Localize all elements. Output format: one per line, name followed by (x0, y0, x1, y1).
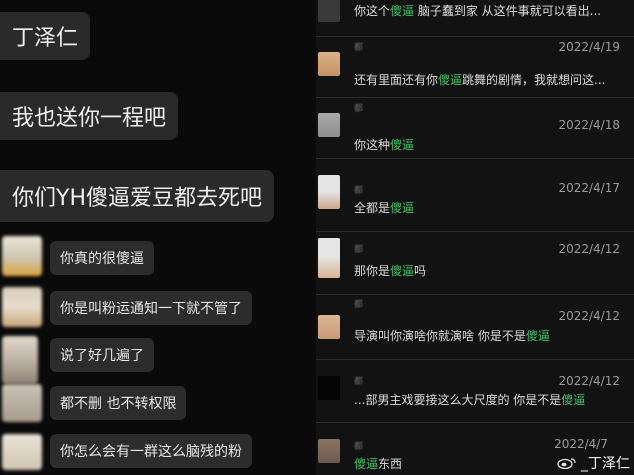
message-text: 你真的很傻逼 (60, 251, 144, 267)
message-bubble: 我也送你一程吧 (0, 92, 179, 140)
avatar (2, 336, 38, 384)
avatar (318, 376, 340, 400)
username: 都 (354, 104, 364, 114)
message-text: 都不删 也不转权限 (60, 396, 177, 412)
avatar (2, 287, 42, 327)
comment-text: ...部男主戏要接这么大尺度的 你是不是傻逼 (354, 393, 586, 407)
avatar (318, 52, 340, 76)
avatar (2, 434, 42, 470)
avatar (318, 439, 340, 463)
message-text: 你们YH傻逼爱豆都去死吧 (12, 186, 262, 211)
message-text: 你怎么会有一群这么脑残的粉 (60, 444, 242, 460)
username: 都 (354, 245, 364, 255)
comment-date: 2022/4/18 (558, 118, 620, 132)
comment-row: 都 2022/4/19 还有里面还有你傻逼跳舞的剧情，我就想问这... (316, 37, 634, 98)
comment-date: 2022/4/7 (554, 437, 608, 451)
message-bubble: 都不删 也不转权限 (50, 386, 187, 420)
message-text: 说了好几遍了 (60, 348, 144, 364)
comment-text: 那你是傻逼吗 (354, 264, 427, 278)
username: 都 (354, 300, 364, 310)
username: 都 (354, 377, 364, 387)
comment-date: 2022/4/12 (558, 309, 620, 323)
comment-text: 导演叫你演啥你就演啥 你是不是傻逼 (354, 329, 550, 343)
comment-row: 都 2022/4/17 全都是傻逼 (316, 159, 634, 232)
weibo-logo-icon (557, 458, 576, 469)
message-bubble: 说了好几遍了 (50, 338, 154, 372)
comment-date: 2022/4/12 (558, 242, 620, 256)
comment-text: 全都是傻逼 (354, 201, 415, 215)
message-bubble: 你是叫粉运通知一下就不管了 (50, 291, 252, 325)
avatar (2, 384, 42, 422)
comment-date: 2022/4/12 (558, 374, 620, 388)
comment-row: 都 2022/4/12 那你是傻逼吗 (316, 232, 634, 295)
avatar (318, 238, 340, 278)
avatar (318, 315, 340, 339)
comment-row: 都 2022/4/12 ...部男主戏要接这么大尺度的 你是不是傻逼 (316, 360, 634, 423)
comment-date: 2022/4/17 (558, 181, 620, 195)
watermark-text: _丁泽仁 (581, 456, 630, 472)
comment-text: 还有里面还有你傻逼跳舞的剧情，我就想问这... (354, 73, 606, 87)
comment-list: 你这个傻逼 脑子蠢到家 从这件事就可以看出... 都 2022/4/19 还有里… (316, 0, 634, 475)
message-bubble: 你真的很傻逼 (50, 241, 154, 275)
message-text: 我也送你一程吧 (12, 106, 167, 131)
comment-date: 2022/4/19 (558, 40, 620, 54)
avatar (2, 236, 42, 276)
comment-row: 你这个傻逼 脑子蠢到家 从这件事就可以看出... (316, 0, 634, 37)
watermark: _丁泽仁 (556, 453, 630, 473)
avatar (318, 113, 340, 137)
comment-text: 傻逼东西 (354, 457, 403, 471)
username: 都 (354, 442, 364, 452)
message-text: 你是叫粉运通知一下就不管了 (60, 301, 242, 317)
comment-text: 你这个傻逼 脑子蠢到家 从这件事就可以看出... (354, 4, 602, 18)
chat-panel: 丁泽仁 我也送你一程吧 你们YH傻逼爱豆都去死吧 你真的很傻逼 你是叫粉运通知一… (0, 0, 316, 475)
username: 都 (354, 186, 364, 196)
username: 都 (354, 43, 364, 53)
comment-row: 都 2022/4/12 导演叫你演啥你就演啥 你是不是傻逼 (316, 295, 634, 360)
comment-text: 你这种傻逼 (354, 138, 415, 152)
avatar (318, 175, 340, 209)
comment-row: 都 2022/4/18 你这种傻逼 (316, 98, 634, 159)
avatar (318, 0, 340, 22)
message-bubble: 你怎么会有一群这么脑残的粉 (50, 434, 252, 468)
message-bubble: 你们YH傻逼爱豆都去死吧 (0, 170, 274, 222)
message-text: 丁泽仁 (12, 26, 79, 51)
message-bubble: 丁泽仁 (0, 12, 91, 60)
